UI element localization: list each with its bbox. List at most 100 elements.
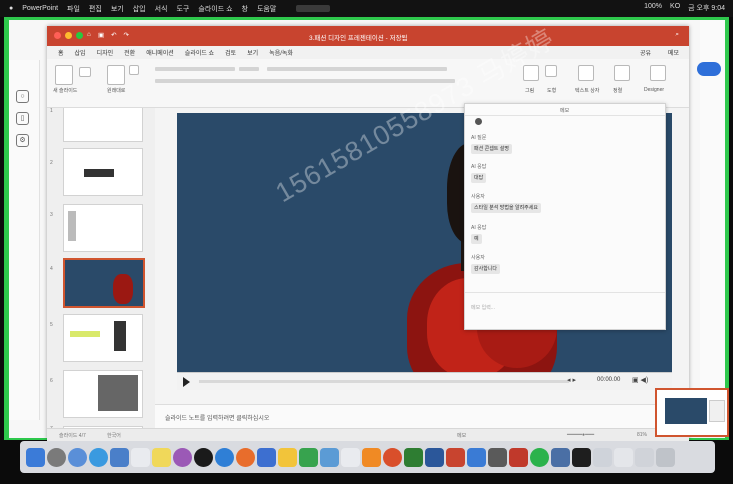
slide-thumbnail-3[interactable] [63, 204, 143, 252]
finder-icon[interactable] [26, 447, 45, 467]
menu-window[interactable]: 창 [242, 4, 248, 14]
menu-insert[interactable]: 삽입 [133, 4, 146, 14]
screenshot-icon[interactable] [551, 447, 570, 467]
menu-edit[interactable]: 편집 [89, 4, 102, 14]
menu-format[interactable]: 서식 [155, 4, 168, 14]
message-chip[interactable]: 예 [471, 234, 482, 244]
reset-button[interactable] [107, 65, 125, 85]
search-icon[interactable]: ⌕ [675, 31, 679, 39]
podcasts-icon[interactable] [173, 447, 192, 467]
zoom-slider[interactable]: ━━━━━●━━━ [567, 432, 594, 438]
slide-thumbnail-1[interactable] [63, 108, 143, 142]
wechat-icon[interactable] [530, 447, 549, 467]
close-window-button[interactable] [54, 32, 61, 39]
chat-icon[interactable]: ○ [16, 90, 29, 103]
bookmark-icon[interactable]: ▯ [16, 112, 29, 125]
settings-icon[interactable]: ⚙ [16, 134, 29, 147]
photos-icon[interactable] [236, 447, 255, 467]
slide-thumbnail-6[interactable] [63, 370, 143, 418]
message-chip[interactable]: 감사합니다 [471, 264, 501, 274]
vlc-icon[interactable] [362, 447, 381, 467]
menu-file[interactable]: 파일 [67, 4, 80, 14]
slide-thumbnail-4[interactable] [63, 258, 145, 308]
word-icon[interactable] [425, 447, 444, 467]
share-button[interactable]: 공유 [640, 48, 651, 57]
minimize-window-button[interactable] [65, 32, 72, 39]
input-source[interactable]: KO [670, 3, 680, 13]
system-prefs-icon[interactable] [68, 447, 87, 467]
launchpad-icon[interactable] [47, 447, 66, 467]
format-controls[interactable] [155, 79, 455, 83]
safari-icon[interactable] [89, 447, 108, 467]
designer-button[interactable] [650, 65, 666, 81]
keynote-icon[interactable] [257, 447, 276, 467]
home-icon[interactable]: ⌂ [87, 31, 91, 39]
document-thumbnail-icon[interactable] [614, 447, 633, 467]
excel-icon[interactable] [404, 447, 423, 467]
comment-input[interactable]: 메모 입력... [471, 304, 495, 311]
tv-icon[interactable] [194, 447, 213, 467]
paragraph-controls[interactable] [267, 67, 447, 71]
volume-icon[interactable]: ▣ ◀) [632, 376, 648, 384]
menu-slideshow[interactable]: 슬라이드 쇼 [198, 4, 232, 14]
undo-icon[interactable]: ↶ [111, 31, 116, 39]
message-chip[interactable]: 패션 콘셉트 설명 [471, 144, 512, 154]
menubar-clock[interactable]: 금 오후 9:04 [688, 3, 725, 13]
language-indicator[interactable]: 한국어 [107, 432, 121, 439]
arrange-button[interactable] [614, 65, 630, 81]
numbers-icon[interactable] [299, 447, 318, 467]
tab-design[interactable]: 디자인 [97, 48, 114, 57]
menu-view[interactable]: 보기 [111, 4, 124, 14]
font-size-box[interactable] [239, 67, 259, 71]
tab-insert[interactable]: 삽입 [75, 48, 86, 57]
zoom-icon[interactable] [467, 447, 486, 467]
tab-home[interactable]: 홈 [58, 48, 64, 57]
menu-help[interactable]: 도움말 [257, 4, 276, 14]
media-timeline[interactable] [199, 380, 569, 383]
message-chip[interactable]: 대답 [471, 173, 487, 183]
save-icon[interactable]: ▣ [98, 31, 104, 39]
pages-icon[interactable] [278, 447, 297, 467]
terminal-icon[interactable] [488, 447, 507, 467]
tab-view[interactable]: 보기 [247, 48, 258, 57]
trash-icon[interactable] [656, 447, 675, 467]
text-edit-icon[interactable] [341, 447, 360, 467]
notes-icon[interactable] [152, 447, 171, 467]
presenter-preview[interactable] [655, 388, 729, 437]
tab-slideshow[interactable]: 슬라이드 쇼 [185, 48, 214, 57]
play-icon[interactable] [183, 377, 190, 387]
tab-animations[interactable]: 애니메이션 [146, 48, 174, 57]
background-blue-button[interactable] [697, 62, 721, 76]
window-thumbnail-icon[interactable] [572, 447, 591, 467]
layout-button[interactable] [79, 67, 91, 77]
menu-tools[interactable]: 도구 [176, 4, 189, 14]
slide-thumbnail-5[interactable] [63, 314, 143, 362]
preview-icon[interactable] [320, 447, 339, 467]
powerpoint-icon[interactable] [446, 447, 465, 467]
tab-record[interactable]: 녹음/녹화 [269, 48, 293, 57]
zoom-window-button[interactable] [76, 32, 83, 39]
new-slide-button[interactable] [55, 65, 73, 85]
tab-transitions[interactable]: 전환 [124, 48, 135, 57]
mail-icon[interactable] [110, 447, 129, 467]
battery-indicator[interactable]: 100% [644, 3, 662, 13]
acrobat-icon[interactable] [509, 447, 528, 467]
skip-controls-icon[interactable]: ◂ ▸ [567, 376, 576, 384]
notes-pane[interactable]: 슬라이드 노트를 입력하려면 클릭하십시오 [155, 404, 689, 429]
slide-thumbnail-2[interactable] [63, 148, 143, 196]
document-thumbnail-icon[interactable] [593, 447, 612, 467]
font-name-box[interactable] [155, 67, 235, 71]
notes-toggle[interactable]: 메모 [457, 432, 466, 439]
apple-icon[interactable]: ● [9, 5, 13, 12]
shapes-button[interactable] [545, 65, 557, 77]
message-chip[interactable]: 스타일 분석 방법을 알려주세요 [471, 203, 541, 213]
calendar-icon[interactable] [131, 447, 150, 467]
app-store-icon[interactable] [215, 447, 234, 467]
zoom-level[interactable]: 81% [637, 432, 647, 438]
tab-review[interactable]: 검토 [225, 48, 236, 57]
textbox-button[interactable] [578, 65, 594, 81]
section-button[interactable] [129, 65, 139, 75]
menu-app[interactable]: PowerPoint [22, 5, 58, 12]
comment-button[interactable]: 메모 [668, 48, 679, 57]
downloads-icon[interactable] [635, 447, 654, 467]
